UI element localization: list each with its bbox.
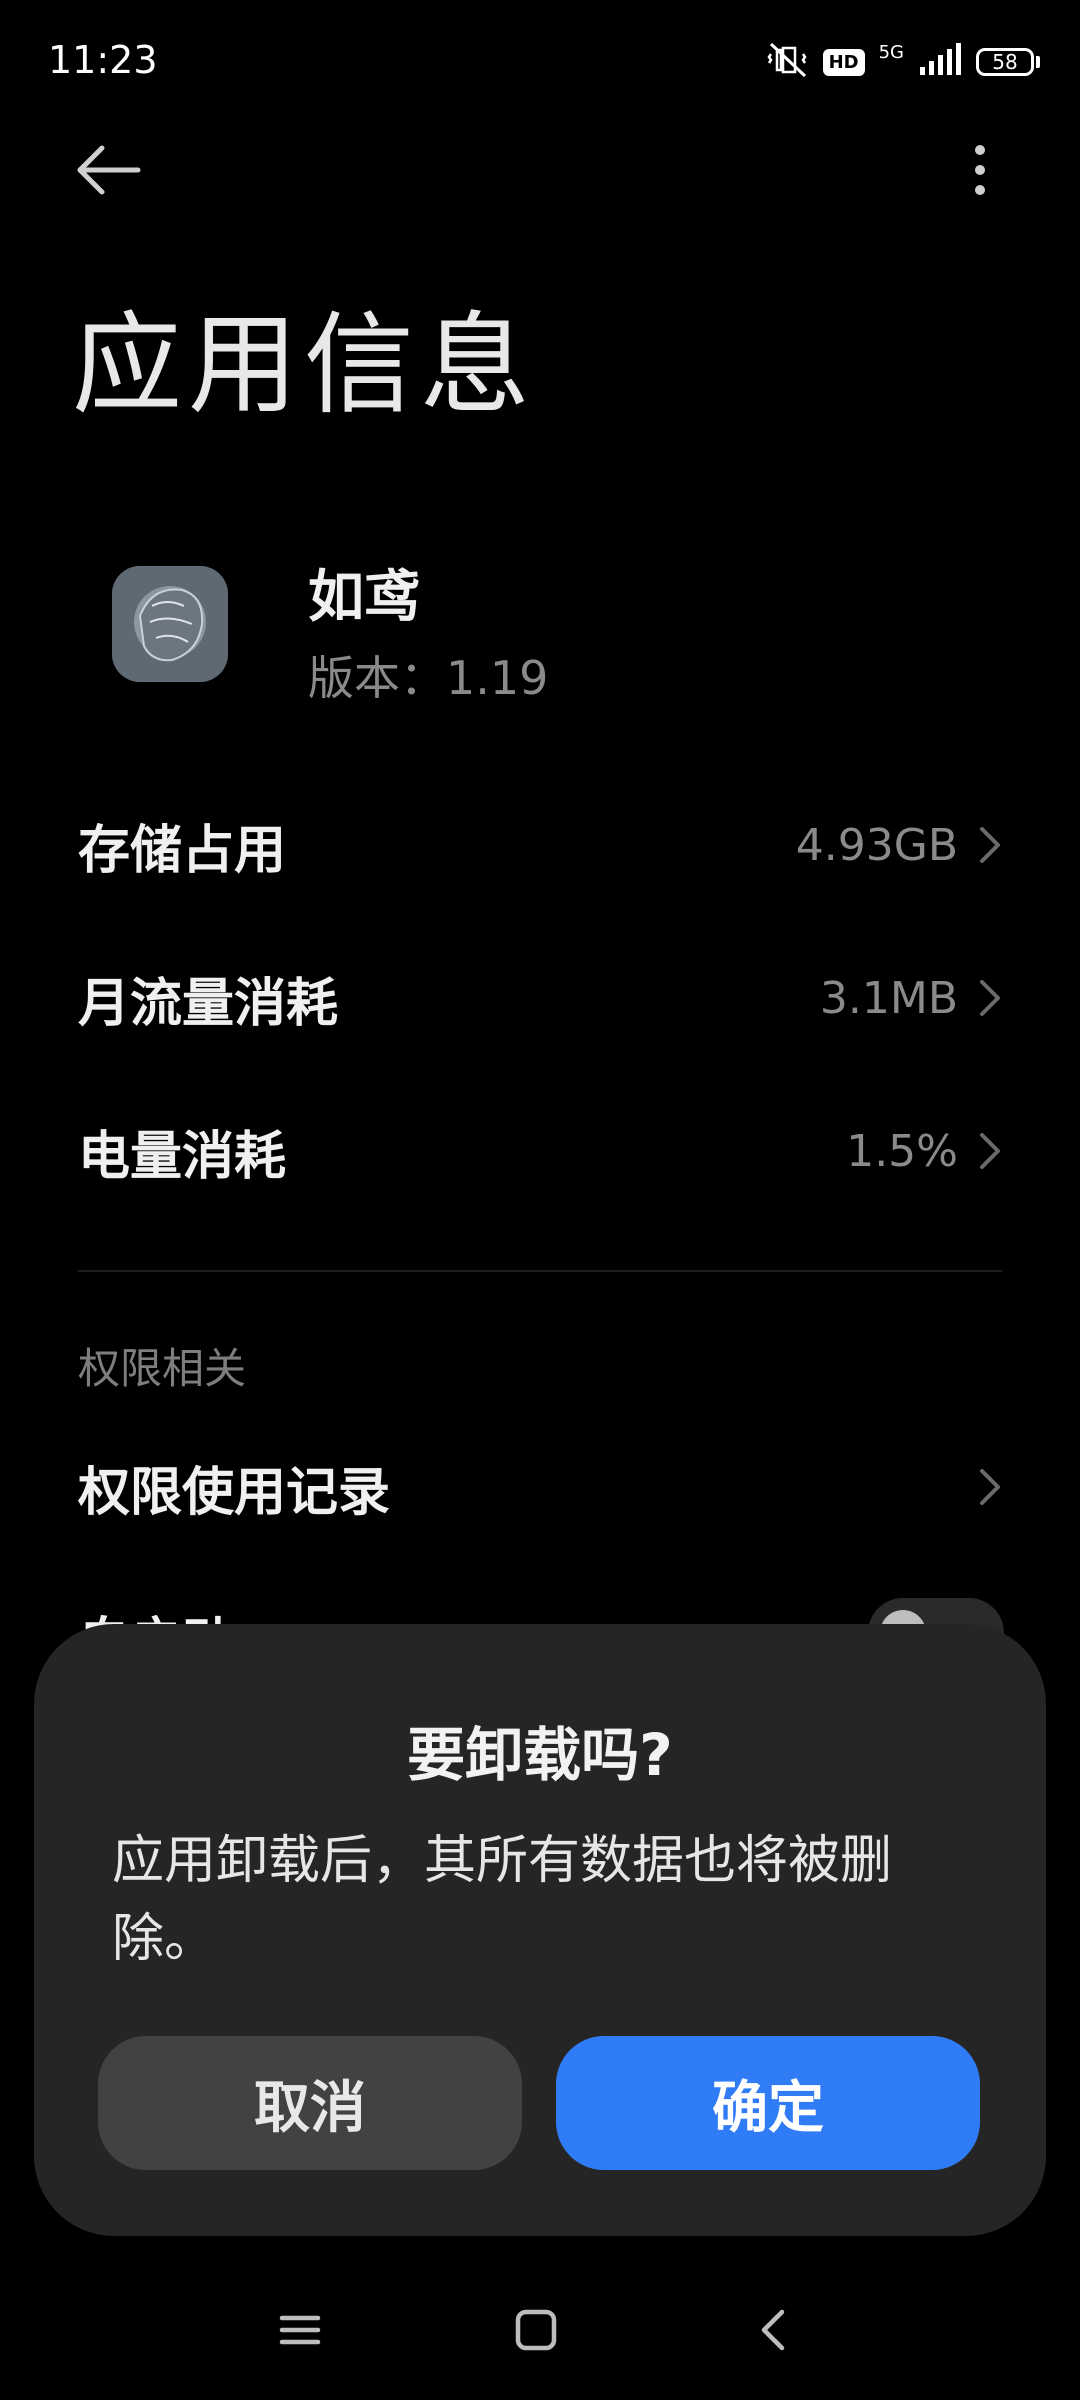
arrow-left-icon <box>77 145 141 195</box>
chevron-right-icon <box>980 980 1000 1016</box>
network-type-label: 5G <box>878 41 904 63</box>
app-info-screen: 11:23 HD 5G 58 应用信息 如鸢 版本：1.19 存储占用 4.93… <box>0 0 1080 2400</box>
app-icon <box>112 566 228 682</box>
app-version-number: 1.19 <box>446 651 549 705</box>
nav-home-button[interactable] <box>506 2300 566 2360</box>
confirm-button[interactable]: 确定 <box>556 2036 980 2170</box>
app-version: 版本：1.19 <box>308 642 548 708</box>
battery-level: 58 <box>976 48 1034 76</box>
more-options-button[interactable] <box>970 140 990 200</box>
battery-usage-value: 1.5% <box>846 1125 958 1177</box>
chevron-right-icon <box>980 1133 1000 1169</box>
cancel-button[interactable]: 取消 <box>98 2036 522 2170</box>
status-bar: 11:23 HD 5G 58 <box>0 0 1080 120</box>
data-usage-value: 3.1MB <box>819 972 958 1024</box>
status-time: 11:23 <box>48 38 158 82</box>
nav-back-button[interactable] <box>744 2300 804 2360</box>
page-title: 应用信息 <box>72 301 536 429</box>
uninstall-dialog: 要卸载吗? 应用卸载后，其所有数据也将被删除。 取消 确定 <box>34 1624 1046 2236</box>
status-icons: HD 5G 58 <box>765 40 1040 84</box>
data-usage-label: 月流量消耗 <box>78 973 339 1034</box>
mute-vibrate-icon <box>765 40 809 84</box>
menu-icon <box>279 2315 321 2345</box>
chevron-right-icon <box>980 827 1000 863</box>
home-square-icon <box>515 2309 557 2351</box>
app-version-label: 版本： <box>308 651 446 705</box>
permissions-section-header: 权限相关 <box>78 1344 247 1393</box>
battery-icon: 58 <box>976 48 1040 76</box>
battery-usage-label: 电量消耗 <box>78 1126 287 1187</box>
dialog-message: 应用卸载后，其所有数据也将被删除。 <box>112 1831 893 1969</box>
storage-label: 存储占用 <box>78 820 287 881</box>
more-vertical-icon <box>975 145 985 195</box>
signal-icon <box>918 43 962 81</box>
navigation-bar <box>0 2260 1080 2400</box>
chevron-right-icon <box>980 1469 1000 1505</box>
dialog-title: 要卸载吗? <box>407 1721 673 1789</box>
app-name: 如鸢 <box>308 565 420 630</box>
hd-badge: HD <box>822 48 865 76</box>
data-usage-row[interactable]: 月流量消耗 3.1MB <box>78 933 1002 1063</box>
permission-usage-record-label: 权限使用记录 <box>78 1462 391 1523</box>
back-chevron-icon <box>761 2309 785 2351</box>
storage-value: 4.93GB <box>795 819 958 871</box>
nav-menu-button[interactable] <box>270 2300 330 2360</box>
section-divider <box>78 1270 1002 1272</box>
storage-row[interactable]: 存储占用 4.93GB <box>78 780 1002 910</box>
permission-usage-record-row[interactable]: 权限使用记录 <box>78 1422 1002 1552</box>
battery-usage-row[interactable]: 电量消耗 1.5% <box>78 1086 1002 1216</box>
back-button[interactable] <box>72 140 152 200</box>
